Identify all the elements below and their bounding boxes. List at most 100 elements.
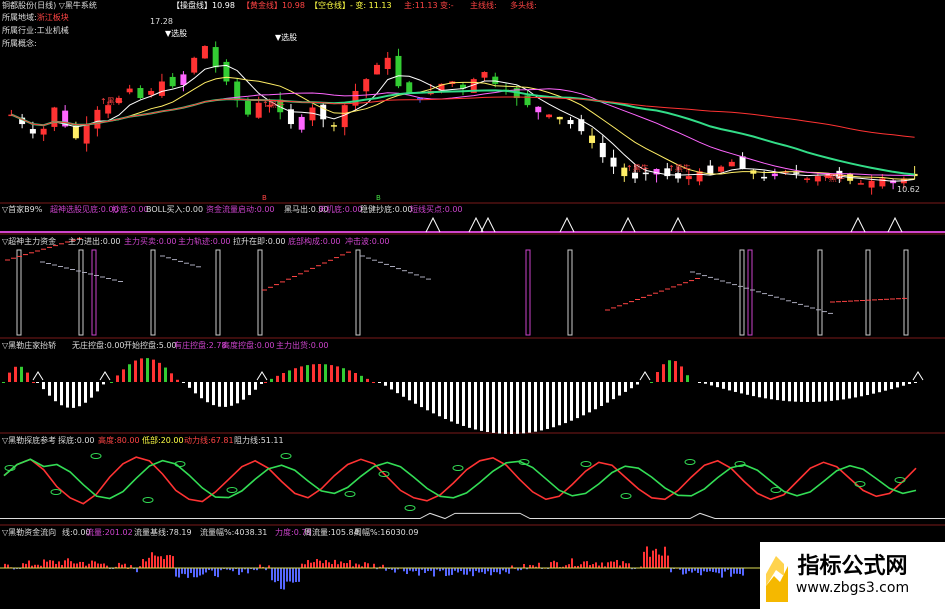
control-bar — [728, 382, 731, 391]
control-bar — [908, 382, 911, 385]
flow-bar — [682, 568, 684, 575]
control-bar — [504, 382, 507, 434]
flow-bar — [340, 561, 342, 568]
flow-bar — [625, 563, 627, 568]
flow-bar — [658, 554, 660, 568]
flow-bar — [322, 563, 324, 568]
control-bar — [606, 382, 609, 403]
control-bar — [516, 382, 519, 434]
candle-body — [707, 165, 714, 174]
flow-bar — [646, 546, 648, 568]
flow-bar — [580, 564, 582, 568]
flow-bar — [463, 568, 465, 575]
flow-bar — [67, 558, 69, 568]
candle-body — [244, 100, 251, 115]
watermark-badge: 指标公式网 www.zbgs3.com — [760, 542, 945, 609]
control-bar — [842, 382, 845, 400]
flow-bar — [76, 563, 78, 568]
control-bar — [342, 368, 345, 382]
control-bar — [624, 382, 627, 392]
control-bar — [312, 364, 315, 382]
candle-body — [556, 116, 563, 120]
header-item-1: 【黄金线】10.98 — [242, 1, 305, 10]
control-bar — [902, 382, 905, 386]
flow-bar — [355, 563, 357, 568]
flow-bar — [160, 556, 162, 568]
control-bar — [354, 373, 357, 382]
flow-bar — [607, 562, 609, 568]
flow-bar — [166, 555, 168, 568]
flow-bar — [292, 568, 294, 583]
flow-bar — [508, 568, 510, 574]
flow-bar — [259, 564, 261, 568]
control-bar — [776, 382, 779, 401]
fund-box — [16, 249, 22, 336]
signal-triangle — [670, 216, 686, 233]
flow-bar — [721, 568, 723, 578]
candle-body — [223, 61, 230, 82]
flow-bar — [154, 555, 156, 568]
buy-label-1: ↑黑牛 — [100, 97, 123, 106]
control-bar — [662, 364, 665, 382]
flow-bar — [193, 568, 195, 578]
flow-bar — [205, 568, 207, 573]
flow-bar — [670, 568, 672, 573]
signal-triangle — [468, 216, 484, 233]
info-industry: 所属行业:工业机械 — [2, 26, 69, 35]
oscillator-signal-dot — [620, 493, 632, 499]
control-bar — [170, 373, 173, 382]
control-bar — [426, 382, 429, 411]
fund-box — [865, 249, 871, 336]
flow-bar — [739, 568, 741, 575]
flow-bar — [316, 559, 318, 568]
control-bar — [110, 382, 113, 383]
oscillator-signal-dot — [684, 459, 696, 465]
signal-triangle — [559, 216, 575, 233]
oscillator-signal-dot — [344, 491, 356, 497]
candle-body — [589, 135, 596, 143]
control-bar — [498, 382, 501, 434]
flow-bar — [700, 568, 702, 576]
control-bar — [324, 364, 327, 382]
control-bar — [78, 382, 81, 407]
panel2-header: ▽首家B9% 超神选股见底:0.00 抄底:0.00 BOLL买入:0.00 资… — [2, 205, 463, 214]
control-bar — [758, 382, 761, 398]
control-bar — [248, 382, 251, 396]
control-bar — [468, 382, 471, 428]
control-bar — [90, 382, 93, 398]
flow-bar — [433, 568, 435, 577]
flow-bar — [178, 568, 180, 578]
candle-body — [567, 120, 574, 125]
control-bar — [236, 382, 239, 404]
flow-bar — [190, 568, 192, 573]
control-bar — [612, 382, 615, 400]
flow-bar — [124, 563, 126, 568]
flow-bar — [550, 562, 552, 568]
flow-bar — [28, 560, 30, 568]
flow-bar — [43, 559, 45, 568]
fund-box — [91, 249, 97, 336]
control-bar — [366, 378, 369, 382]
control-bar — [26, 372, 29, 382]
control-bar — [860, 382, 863, 397]
control-bar — [72, 382, 75, 408]
control-bar — [96, 382, 99, 392]
candle-body — [201, 46, 208, 59]
flow-bar — [25, 563, 27, 568]
flow-bar — [298, 568, 300, 582]
control-bar — [122, 369, 125, 382]
flow-bar — [628, 563, 630, 568]
candle-body — [40, 128, 47, 135]
oscillator-signal-dot — [50, 489, 62, 495]
control-bar — [698, 382, 701, 383]
control-bar — [540, 382, 543, 431]
control-bar — [480, 382, 483, 431]
candle-body — [685, 176, 692, 180]
flow-bar — [484, 568, 486, 574]
control-bar — [764, 382, 767, 399]
flow-bar — [556, 562, 558, 568]
flow-bar — [493, 568, 495, 573]
flow-bar — [706, 568, 708, 572]
select-label-2: ▼选股 — [275, 33, 298, 42]
control-bar — [456, 382, 459, 424]
